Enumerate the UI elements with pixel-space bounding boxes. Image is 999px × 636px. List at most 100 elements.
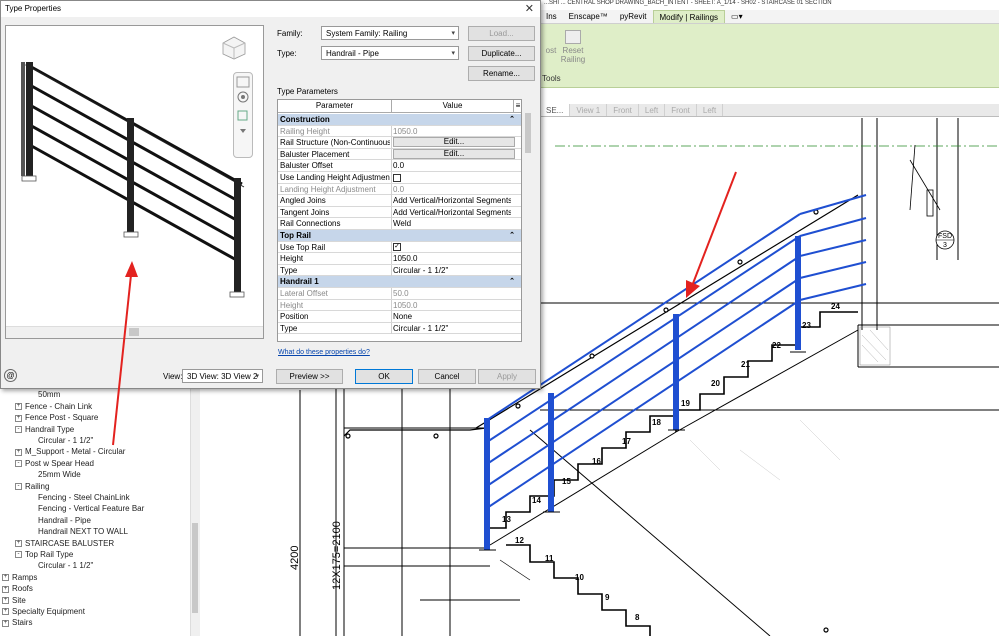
view-tab-se[interactable]: SE... — [540, 104, 571, 116]
edit-button[interactable]: Edit... — [393, 148, 515, 159]
expand-icon[interactable]: + — [15, 403, 22, 411]
collapse-icon[interactable]: - — [15, 460, 22, 468]
parameter-row[interactable]: Position None — [278, 311, 521, 323]
tab-modify-railings[interactable]: Modify | Railings — [652, 10, 726, 23]
expand-icon[interactable]: + — [2, 619, 9, 627]
view-dropdown[interactable]: 3D View: 3D View 2 ▾ — [182, 369, 263, 383]
expand-icon[interactable]: + — [15, 539, 22, 547]
browser-tree-item[interactable]: + Roofs — [2, 584, 33, 593]
collapse-icon[interactable]: ⌃ — [509, 230, 515, 241]
browser-tree-item[interactable]: + Ramps — [2, 573, 37, 582]
parameter-row[interactable]: Landing Height Adjustment 0.0 — [278, 183, 521, 196]
tab-enscape[interactable]: Enscape™ — [563, 10, 614, 23]
parameter-value[interactable]: Circular - 1 1/2" — [393, 323, 511, 334]
collapse-icon[interactable]: - — [15, 425, 22, 433]
apply-button[interactable]: Apply — [478, 369, 536, 384]
collapse-icon[interactable]: ⌃ — [509, 114, 515, 125]
browser-tree-item[interactable]: Fencing - Steel ChainLink — [28, 493, 130, 502]
parameter-row[interactable]: Baluster Offset 0.0 — [278, 160, 521, 172]
browser-tree-item[interactable]: Fencing - Vertical Feature Bar — [28, 504, 144, 513]
parameter-row[interactable]: Railing Height 1050.0 — [278, 125, 521, 138]
browser-tree-item[interactable]: + Fence - Chain Link — [15, 402, 92, 411]
browser-tree-item[interactable]: 50mm — [28, 390, 60, 399]
expand-icon[interactable]: + — [2, 608, 9, 616]
browser-tree-item[interactable]: Handrail - Pipe — [28, 516, 91, 525]
load-button[interactable]: Load... — [468, 26, 535, 41]
browser-tree-item[interactable]: Handrail NEXT TO WALL — [28, 527, 128, 536]
rename-button[interactable]: Rename... — [468, 66, 535, 81]
parameter-row[interactable]: Rail Structure (Non-Continuous) Edit... — [278, 137, 521, 149]
browser-tree-item[interactable]: + Site — [2, 596, 26, 605]
collapse-icon[interactable]: - — [15, 551, 22, 559]
cancel-button[interactable]: Cancel — [418, 369, 476, 384]
parameter-value[interactable]: 1050.0 — [393, 300, 511, 311]
parameter-row[interactable]: Lateral Offset 50.0 — [278, 288, 521, 300]
help-icon[interactable]: @ — [4, 369, 17, 382]
browser-tree-item[interactable]: Circular - 1 1/2" — [28, 436, 93, 445]
parameter-group-row[interactable]: Construction ⌃ — [278, 114, 521, 126]
view-tab-front[interactable]: Front — [607, 104, 639, 116]
parameter-group-row[interactable]: Top Rail ⌃ — [278, 230, 521, 242]
view-tab-front-2[interactable]: Front — [665, 104, 697, 116]
browser-tree-item[interactable]: - Top Rail Type — [15, 550, 73, 559]
expand-icon[interactable]: + — [15, 414, 22, 422]
parameter-value[interactable]: 0.0 — [393, 184, 511, 195]
parameter-value[interactable]: 1050.0 — [393, 126, 511, 137]
parameter-value[interactable]: 50.0 — [393, 288, 511, 299]
browser-tree-item[interactable]: - Railing — [15, 482, 49, 491]
expand-icon[interactable]: + — [2, 596, 9, 604]
parameter-row[interactable]: Tangent Joins Add Vertical/Horizontal Seg… — [278, 206, 521, 219]
edit-button[interactable]: Edit... — [393, 137, 515, 148]
parameter-group-row[interactable]: Handrail 1 ⌃ — [278, 276, 521, 288]
expand-icon[interactable]: + — [2, 585, 9, 593]
context-dropdown[interactable]: ▭▾ — [725, 10, 749, 23]
parameter-value[interactable]: Weld — [393, 218, 511, 229]
parameter-row[interactable]: Use Top Rail ✓ — [278, 241, 521, 254]
preview-button[interactable]: Preview >> — [276, 369, 343, 384]
parameter-row[interactable]: Baluster Placement Edit... — [278, 148, 521, 161]
parameter-row[interactable]: Rail Connections Weld — [278, 218, 521, 230]
expand-icon[interactable]: + — [15, 448, 22, 456]
collapse-icon[interactable]: - — [15, 482, 22, 490]
browser-tree-item[interactable]: 25mm Wide — [28, 470, 81, 479]
parameter-value[interactable]: 1050.0 — [393, 253, 511, 264]
parameter-row[interactable]: Height 1050.0 — [278, 253, 521, 265]
browser-scroll-thumb[interactable] — [192, 523, 198, 613]
tab-pyrevit[interactable]: pyRevit — [614, 10, 653, 23]
parameter-value[interactable]: Add Vertical/Horizontal Segments — [393, 207, 511, 218]
expand-icon[interactable]: + — [2, 574, 9, 582]
browser-tree-item[interactable]: + STAIRCASE BALUSTER — [15, 539, 114, 548]
parameter-row[interactable]: Type Circular - 1 1/2" — [278, 264, 521, 277]
parameter-row[interactable]: Use Landing Height Adjustment — [278, 172, 521, 184]
close-icon[interactable]: ✕ — [525, 2, 534, 15]
checkbox[interactable] — [393, 173, 401, 182]
navigation-cube[interactable] — [222, 36, 246, 60]
tab-ins[interactable]: Ins — [540, 10, 563, 23]
parameter-value[interactable]: None — [393, 311, 511, 322]
parameter-row[interactable]: Angled Joins Add Vertical/Horizontal Segm… — [278, 195, 521, 207]
parameter-value[interactable]: 0.0 — [393, 160, 511, 171]
family-dropdown[interactable]: System Family: Railing ▾ — [321, 26, 459, 40]
view-tab-left-2[interactable]: Left — [697, 104, 724, 116]
navigation-bar[interactable] — [233, 72, 253, 158]
help-link[interactable]: What do these properties do? — [278, 349, 370, 356]
parameter-row[interactable]: Type Circular - 1 1/2" — [278, 322, 521, 335]
parameter-row[interactable]: Height 1050.0 — [278, 299, 521, 312]
view-tab-left[interactable]: Left — [639, 104, 666, 116]
parameter-value[interactable]: Add Vertical/Horizontal Segments — [393, 195, 511, 206]
checkbox[interactable]: ✓ — [393, 243, 401, 252]
collapse-icon[interactable]: ⌃ — [509, 276, 515, 287]
browser-tree-item[interactable]: - Handrail Type — [15, 425, 74, 434]
reset-railing-button[interactable]: Reset Railing — [558, 30, 588, 64]
browser-tree-item[interactable]: Circular - 1 1/2" — [28, 561, 93, 570]
duplicate-button[interactable]: Duplicate... — [468, 46, 535, 61]
browser-tree-item[interactable]: - Post w Spear Head — [15, 459, 94, 468]
browser-tree-item[interactable]: + Stairs — [2, 618, 32, 627]
view-tab-view1[interactable]: View 1 — [570, 104, 608, 116]
browser-tree-item[interactable]: + Fence Post - Square — [15, 413, 98, 422]
type-dropdown[interactable]: Handrail - Pipe ▾ — [321, 46, 459, 60]
sort-icon[interactable]: ≡ — [514, 100, 521, 113]
grid-scroll-thumb[interactable] — [525, 113, 531, 153]
parameter-value[interactable]: Circular - 1 1/2" — [393, 265, 511, 276]
browser-tree-item[interactable]: + Specialty Equipment — [2, 607, 85, 616]
